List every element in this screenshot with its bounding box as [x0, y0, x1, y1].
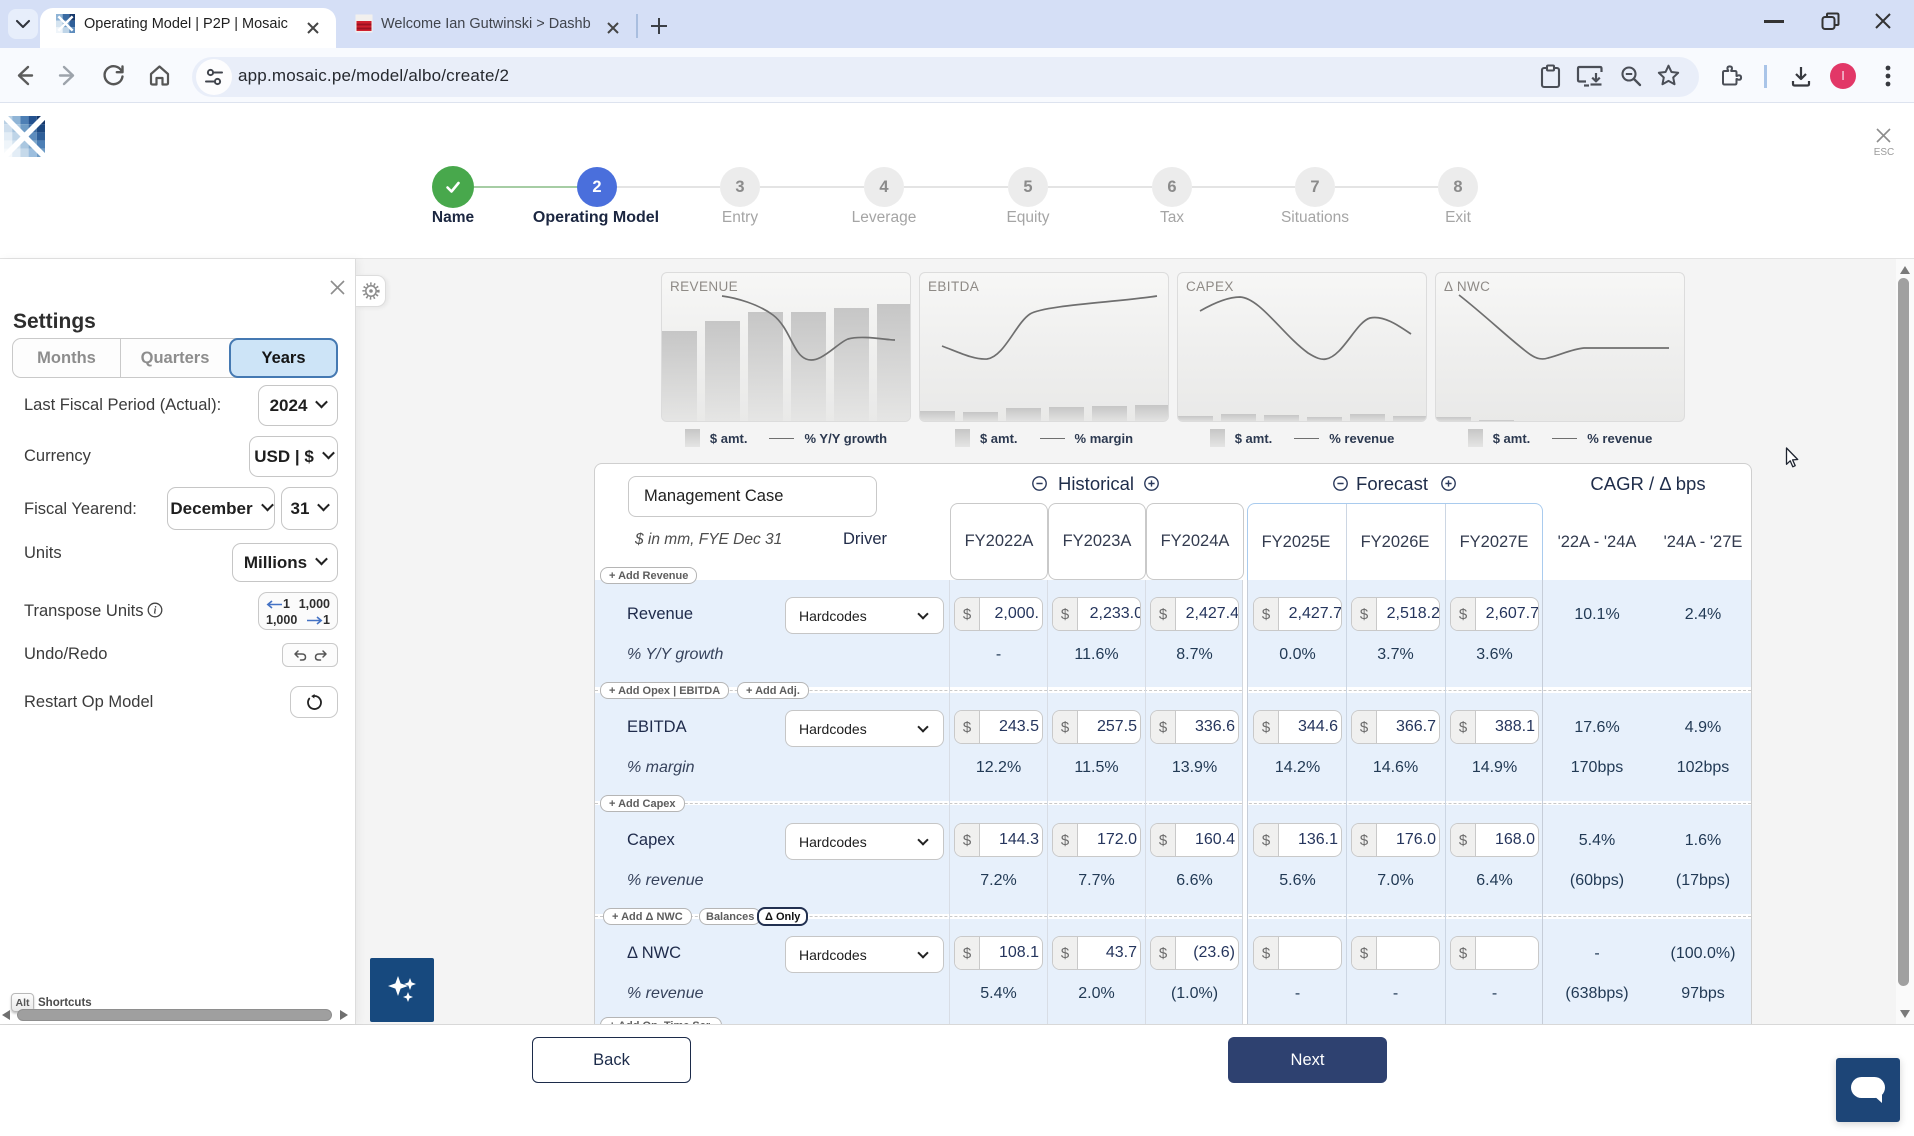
svg-text:i: i [154, 606, 157, 617]
